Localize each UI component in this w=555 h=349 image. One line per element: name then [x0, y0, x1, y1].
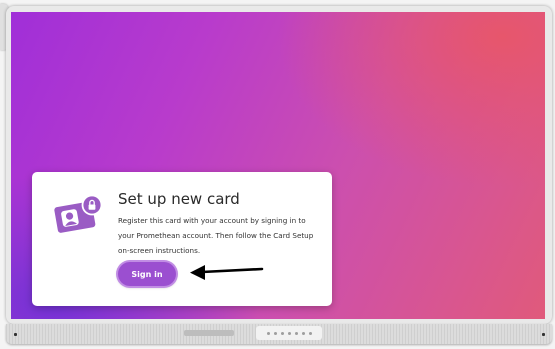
- card-description: Register this card with your account by …: [118, 216, 314, 255]
- arrow-left-icon: [190, 265, 264, 280]
- setup-card-dialog: Set up new card Register this card with …: [32, 172, 332, 306]
- bezel-led-right: [542, 333, 545, 336]
- lock-icon: [81, 194, 103, 216]
- display-panel: Set up new card Register this card with …: [0, 0, 555, 349]
- id-card-icon: [54, 194, 103, 233]
- sign-in-button[interactable]: Sign in: [118, 262, 176, 286]
- bezel-led-left: [14, 333, 17, 336]
- bezel-control-strip[interactable]: [256, 326, 322, 340]
- bezel-speaker-strip: [184, 330, 234, 336]
- card-title: Set up new card: [118, 190, 240, 208]
- panel-bottom-bezel: [6, 324, 552, 344]
